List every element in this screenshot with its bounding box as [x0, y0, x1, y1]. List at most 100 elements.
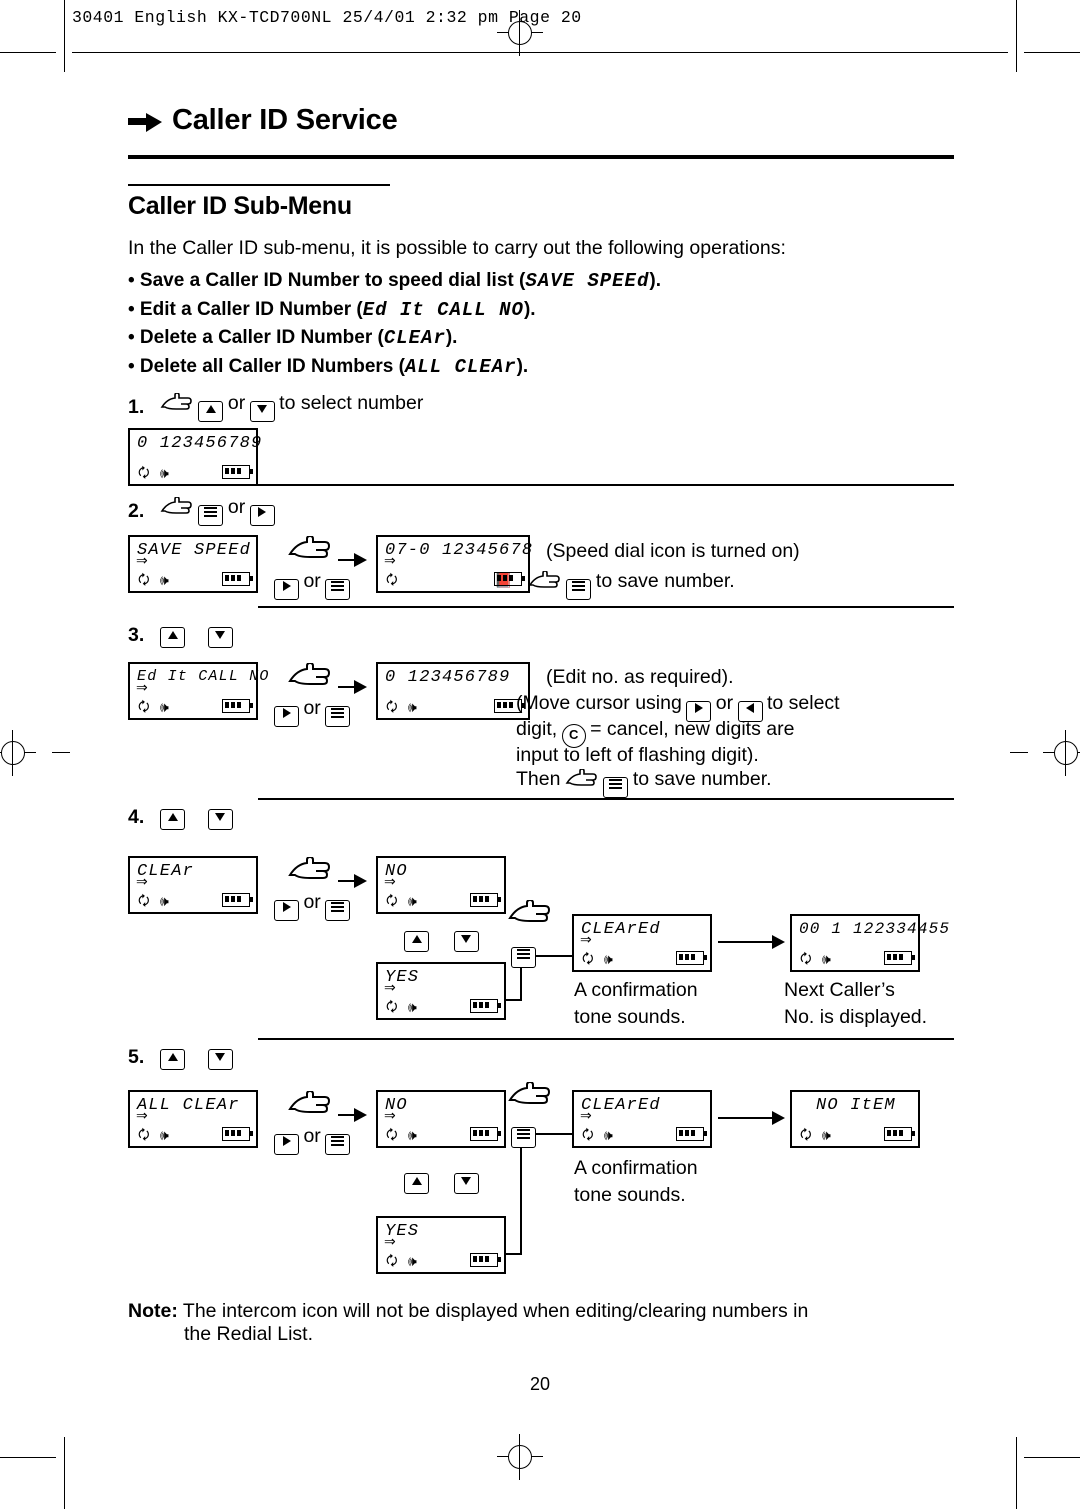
lcd-display: NO ⇒ 🗘 🕪: [376, 856, 506, 914]
right-key-icon[interactable]: [274, 706, 299, 727]
intercom-arrow-icon: ⇒: [384, 552, 396, 568]
ringer-icon: 🕪: [408, 894, 417, 910]
menu-key-icon[interactable]: [511, 942, 536, 968]
ringer-icon: 🕪: [160, 700, 169, 716]
step-1-instruction: or to select number: [160, 392, 423, 422]
title-rule: [128, 155, 954, 159]
divider: [258, 1038, 954, 1040]
antenna-icon: 🗘: [138, 1128, 150, 1143]
right-key-icon[interactable]: [274, 579, 299, 600]
battery-icon: [676, 1127, 707, 1141]
menu-key-icon[interactable]: [603, 777, 629, 798]
menu-key-icon[interactable]: [325, 900, 351, 921]
battery-icon: [470, 1127, 501, 1141]
down-key-icon[interactable]: [453, 931, 479, 952]
right-key-icon[interactable]: [274, 900, 299, 921]
crop-mark: [0, 52, 56, 53]
intercom-arrow-icon: ⇒: [384, 1107, 396, 1123]
lcd-status-icons: ⇒ 🗘 🕪: [136, 553, 253, 588]
lcd-display: NO ⇒ 🗘 🕪: [376, 1090, 506, 1148]
antenna-icon: 🗘: [582, 952, 594, 967]
menu-key-icon[interactable]: [198, 505, 224, 526]
up-key-icon[interactable]: [160, 1049, 185, 1070]
up-key-icon[interactable]: [160, 627, 185, 648]
step-5-updown-keys: [404, 1168, 479, 1194]
ringer-icon: 🕪: [822, 952, 831, 968]
up-key-icon[interactable]: [404, 931, 429, 952]
menu-key-icon[interactable]: [325, 706, 351, 727]
lcd-display: YES ⇒ 🗘 🕪: [376, 1216, 506, 1274]
down-key-icon[interactable]: [207, 627, 233, 648]
intercom-arrow-icon: ⇒: [136, 1107, 148, 1123]
ringer-icon: 🕪: [822, 1128, 831, 1144]
step-5-caption-2: tone sounds.: [574, 1184, 686, 1206]
intercom-arrow-icon: ⇒: [136, 873, 148, 889]
lcd-display: 0 123456789 🗘 🕪: [376, 662, 530, 720]
intercom-arrow-icon: ⇒: [580, 1107, 592, 1123]
divider: [258, 606, 954, 608]
lcd-status-icons: 🗘 🕪: [798, 1125, 915, 1144]
intercom-arrow-icon: ⇒: [384, 873, 396, 889]
step-2-number: 2.: [128, 500, 145, 522]
intercom-arrow-icon: ⇒: [136, 679, 148, 695]
lcd-status-icons: 🗘 🕪: [384, 697, 525, 715]
lcd-status-icons: 🗘 🕪: [136, 463, 253, 481]
menu-key-icon[interactable]: [511, 1122, 536, 1148]
right-key-icon[interactable]: [274, 1134, 299, 1155]
lcd-display: Ed It CALL NO ⇒ 🗘 🕪: [128, 662, 268, 720]
up-key-icon[interactable]: [404, 1173, 429, 1194]
crop-mark: [1016, 1437, 1017, 1509]
battery-icon: [222, 465, 253, 479]
antenna-icon: 🗘: [386, 700, 398, 715]
up-key-icon[interactable]: [198, 401, 224, 422]
lcd-status-icons: ⇒ 🗘 🕪: [384, 980, 501, 1015]
page-title: Caller ID Service: [172, 104, 398, 136]
arrow-bullet-icon: [128, 112, 164, 134]
step-4-updown-keys: [404, 926, 479, 952]
lcd-display: 00 1 122334455 🗘 🕪: [790, 914, 949, 972]
list-item: • Delete all Caller ID Numbers (ALL CLEA…: [128, 355, 529, 378]
right-key-icon[interactable]: [249, 505, 275, 526]
antenna-icon: 🗘: [138, 573, 150, 588]
or-keys-group: or: [274, 697, 351, 727]
flow-arrow-line: [718, 1117, 774, 1119]
lcd-display: 07-0 12345678 ⇒ 🗘 📕: [376, 535, 532, 593]
down-key-icon[interactable]: [207, 1049, 233, 1070]
page-number: 20: [529, 1374, 551, 1394]
crop-mark: [1024, 52, 1080, 53]
pointing-hand-icon: [288, 855, 332, 888]
lcd-text: 0 123456789: [385, 668, 511, 687]
intercom-arrow-icon: ⇒: [384, 1233, 396, 1249]
antenna-icon: 🗘: [800, 952, 812, 967]
ringer-icon: 🕪: [160, 1128, 169, 1144]
step-4-caption-3: Next Caller’s: [784, 979, 895, 1001]
down-key-icon[interactable]: [207, 809, 233, 830]
registration-mark-bottom: [497, 1434, 543, 1480]
battery-icon: [222, 572, 253, 586]
flow-arrow-head: [772, 935, 785, 949]
divider: [258, 798, 954, 800]
lcd-status-icons: ⇒ 🗘 🕪: [384, 1234, 501, 1269]
battery-icon: [884, 1127, 915, 1141]
pointing-hand-icon: [160, 392, 194, 413]
menu-key-icon[interactable]: [566, 579, 592, 600]
lcd-term: ALL CLEAr: [404, 355, 517, 378]
down-key-icon[interactable]: [249, 401, 275, 422]
step-3-caption-4: input to left of flashing digit).: [516, 744, 759, 766]
down-key-icon[interactable]: [453, 1173, 479, 1194]
up-key-icon[interactable]: [160, 809, 185, 830]
lcd-text: 0 123456789: [137, 434, 263, 453]
antenna-icon: 🗘: [138, 466, 150, 481]
lcd-term: SAVE SPEEd: [525, 270, 650, 292]
antenna-icon: 🗘: [582, 1128, 594, 1143]
operations-list: • Save a Caller ID Number to speed dial …: [128, 270, 958, 384]
flow-line: [506, 1253, 522, 1255]
lcd-status-icons: ⇒ 🗘 🕪: [384, 874, 501, 910]
menu-key-icon[interactable]: [325, 1134, 351, 1155]
lcd-display: 0 123456789 🗘 🕪: [128, 428, 261, 486]
crop-mark: [0, 1457, 56, 1458]
antenna-icon: 🗘: [386, 894, 398, 909]
pointing-hand-icon: [565, 768, 599, 789]
antenna-icon: 🗘: [386, 1000, 398, 1015]
menu-key-icon[interactable]: [325, 579, 351, 600]
